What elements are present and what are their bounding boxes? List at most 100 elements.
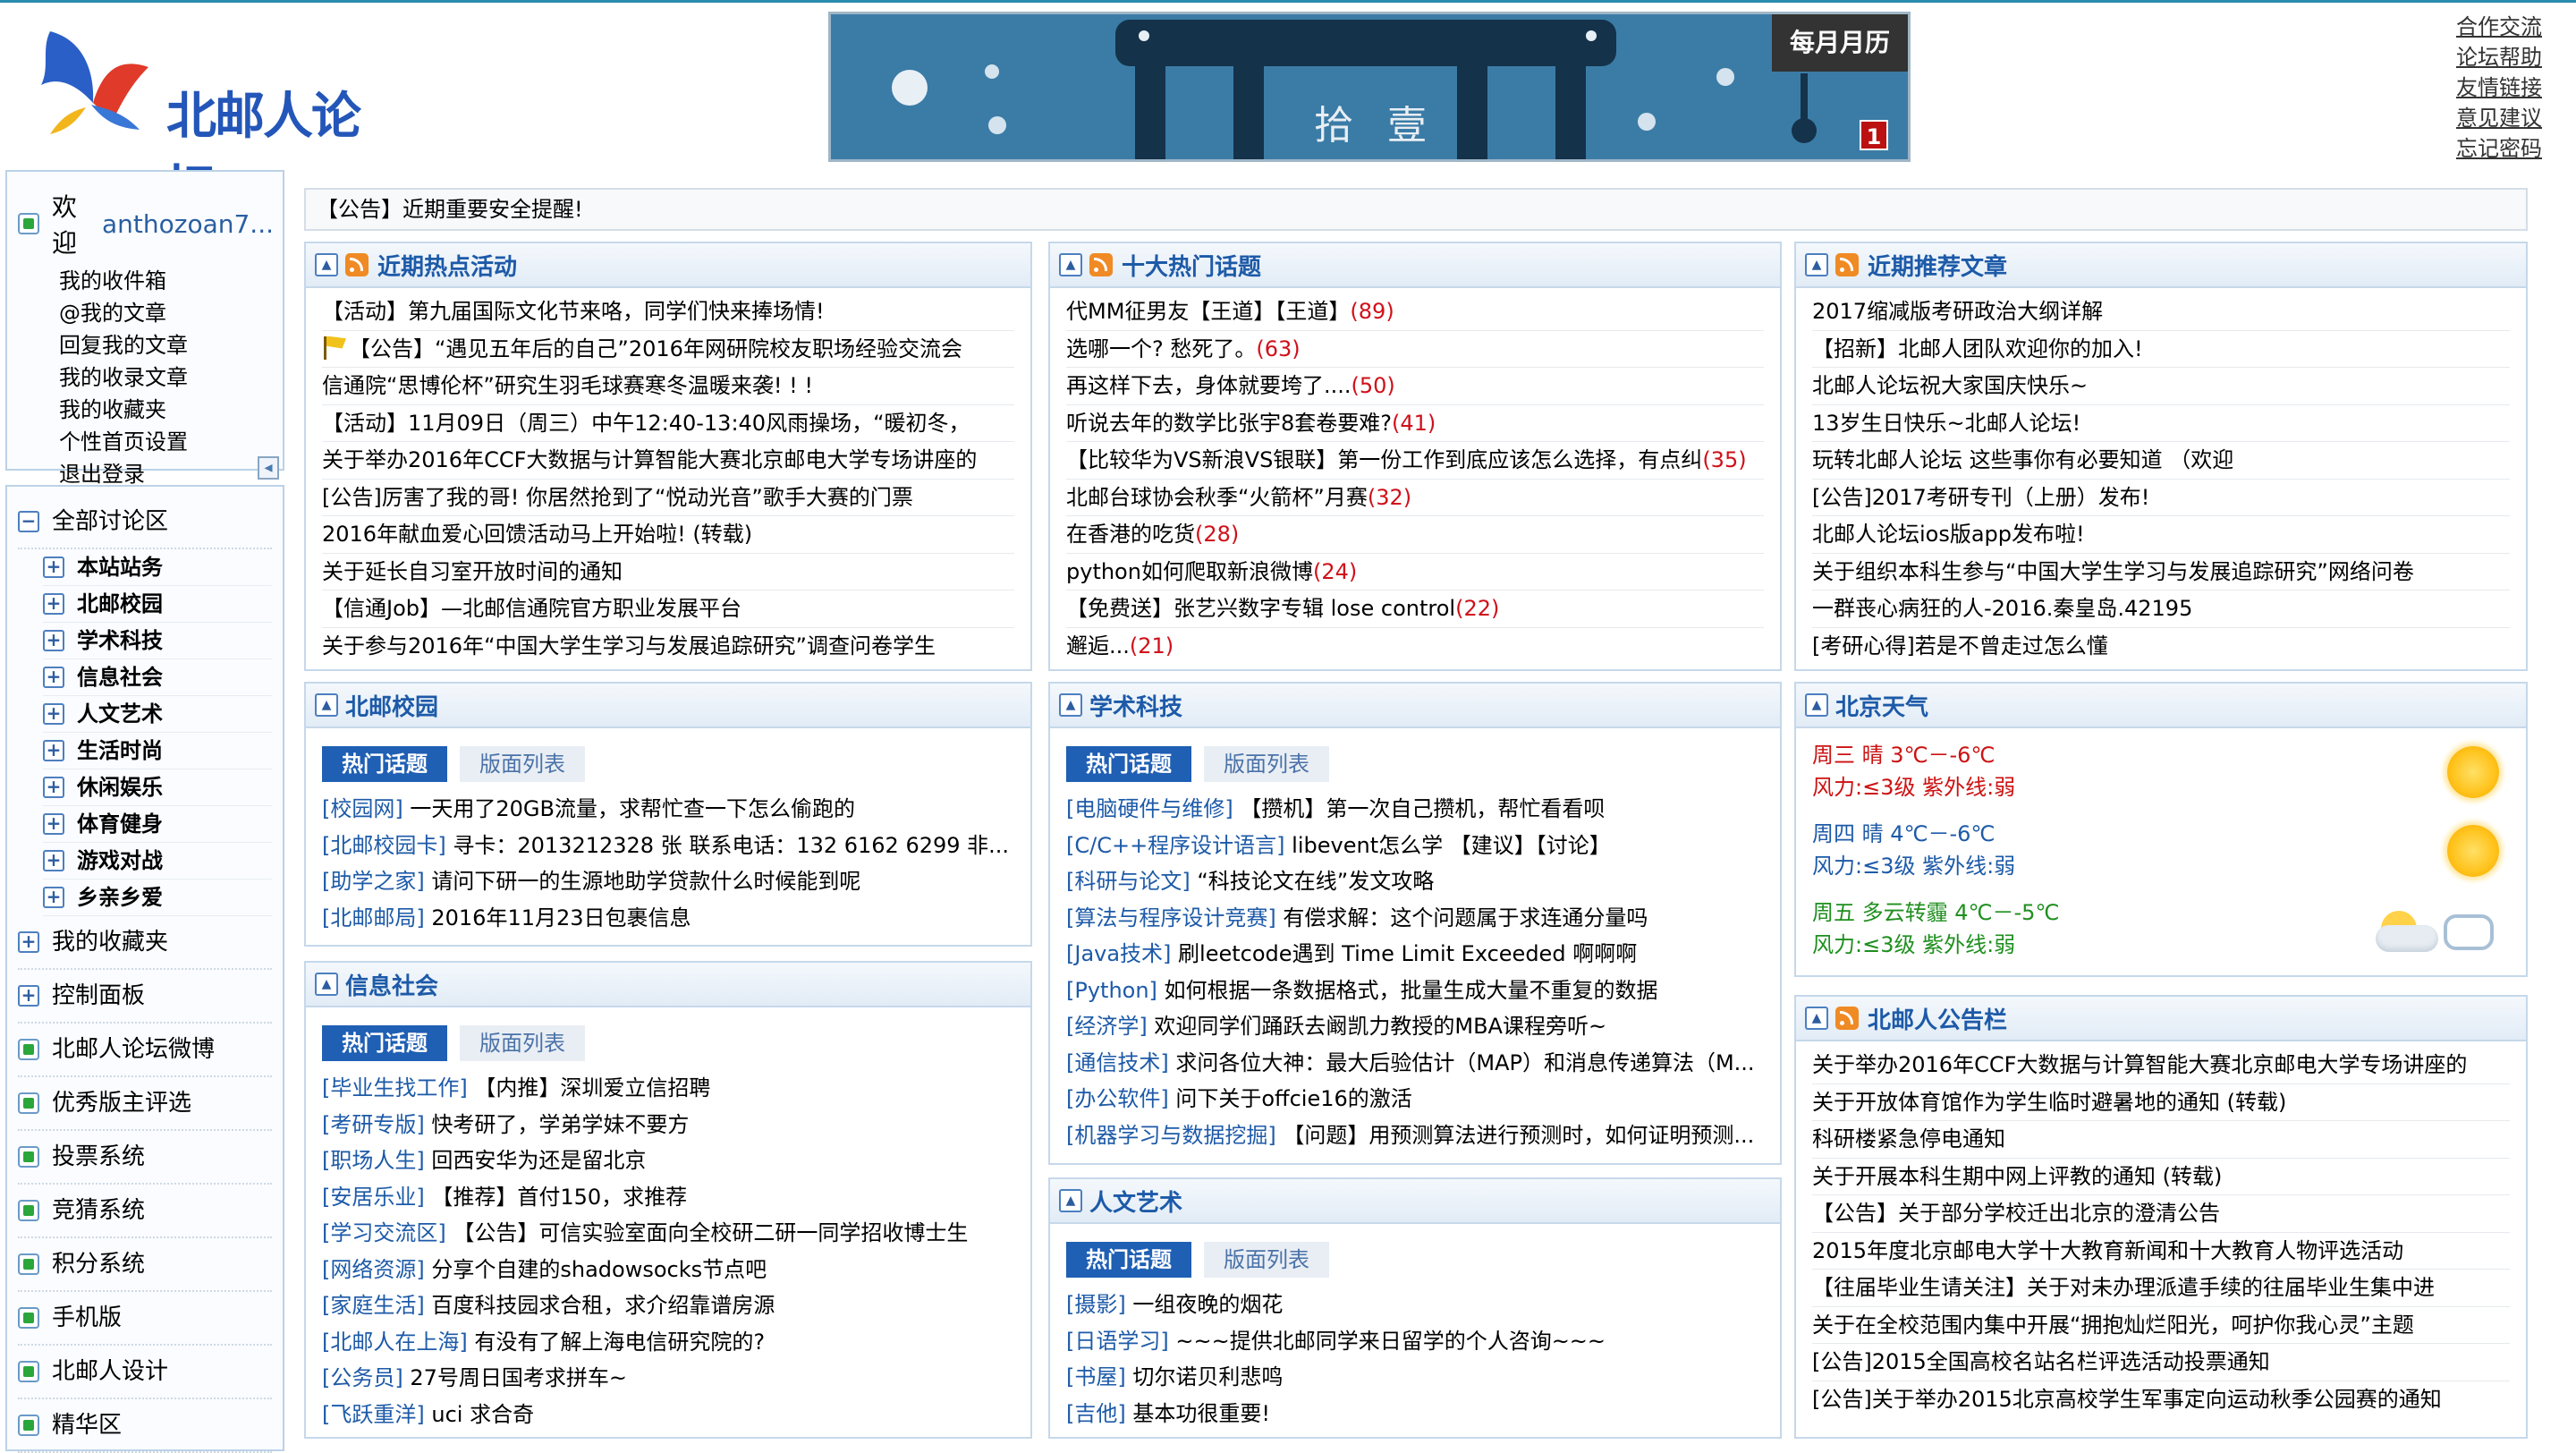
- rss-icon[interactable]: [345, 253, 369, 276]
- banner-page-number[interactable]: 1: [1860, 120, 1888, 150]
- board-link[interactable]: [飞跃重洋]: [322, 1402, 425, 1427]
- nav-extra-5[interactable]: 手机版: [18, 1292, 272, 1346]
- nav-board-6[interactable]: + 休闲娱乐: [43, 769, 272, 806]
- site-logo[interactable]: 北邮人论坛: [32, 22, 372, 218]
- board-link[interactable]: [摄影]: [1066, 1292, 1126, 1317]
- board-link[interactable]: [北邮人在上海]: [322, 1330, 468, 1355]
- board-link[interactable]: [经济学]: [1066, 1014, 1148, 1039]
- list-item[interactable]: [学习交流区] 【公告】可信实验室面向全校研二研一同学招收博士生: [322, 1215, 1014, 1252]
- list-item[interactable]: 关于开展本科生期中网上评教的通知 (转载): [1812, 1159, 2510, 1195]
- board-link[interactable]: [安居乐业]: [322, 1185, 425, 1210]
- link-mentions[interactable]: @我的文章: [59, 297, 274, 329]
- list-item[interactable]: [科研与论文] “科技论文在线”发文攻略: [1066, 863, 1764, 900]
- tab-board-list[interactable]: 版面列表: [460, 1025, 585, 1061]
- tab-board-list[interactable]: 版面列表: [1204, 1242, 1329, 1278]
- board-link[interactable]: [办公软件]: [1066, 1086, 1169, 1111]
- list-item[interactable]: [网络资源] 分享个自建的shadowsocks节点吧: [322, 1252, 1014, 1288]
- board-link[interactable]: [吉他]: [1066, 1401, 1126, 1426]
- list-item[interactable]: [考研专版] 快考研了，学弟学妹不要方: [322, 1107, 1014, 1143]
- nav-favorites[interactable]: + 我的收藏夹: [18, 916, 272, 970]
- board-link[interactable]: [北邮邮局]: [322, 905, 425, 930]
- board-link[interactable]: [Python]: [1066, 978, 1157, 1003]
- list-item[interactable]: 一群丧心病狂的人-2016.秦皇岛.42195: [1812, 591, 2510, 628]
- collapse-toggle-icon[interactable]: ▲: [1059, 1189, 1082, 1212]
- list-item[interactable]: 【比较华为VS新浪VS银联】第一份工作到底应该怎么选择，有点纠(35): [1066, 442, 1764, 480]
- list-item[interactable]: 【信通Job】—北邮信通院官方职业发展平台: [322, 591, 1014, 628]
- rss-icon[interactable]: [1835, 253, 1859, 276]
- board-link[interactable]: [C/C++程序设计语言]: [1066, 833, 1285, 858]
- list-item[interactable]: [吉他] 基本功很重要!: [1066, 1396, 1764, 1432]
- board-link[interactable]: [日语学习]: [1066, 1329, 1169, 1354]
- nav-extra-1[interactable]: 优秀版主评选: [18, 1077, 272, 1131]
- nav-board-5[interactable]: + 生活时尚: [43, 733, 272, 769]
- tab-hot-topics[interactable]: 热门话题: [1066, 746, 1191, 782]
- board-link[interactable]: [公务员]: [322, 1365, 403, 1390]
- list-item[interactable]: [北邮人在上海] 有没有了解上海电信研究院的?: [322, 1324, 1014, 1361]
- board-link[interactable]: [家庭生活]: [322, 1293, 425, 1318]
- list-item[interactable]: 13岁生日快乐~北邮人论坛!: [1812, 405, 2510, 442]
- nav-board-9[interactable]: + 乡亲乡爱: [43, 879, 272, 916]
- list-item[interactable]: [安居乐业] 【推荐】首付150，求推荐: [322, 1179, 1014, 1216]
- list-item[interactable]: 关于参与2016年“中国大学生学习与发展追踪研究”调查问卷学生: [322, 628, 1014, 665]
- tab-hot-topics[interactable]: 热门话题: [322, 1025, 447, 1061]
- list-item[interactable]: [公告]厉害了我的哥! 你居然抢到了“悦动光音”歌手大赛的门票: [322, 480, 1014, 516]
- collapse-toggle-icon[interactable]: ▲: [1805, 1007, 1828, 1030]
- list-item[interactable]: [北邮邮局] 2016年11月23日包裹信息: [322, 900, 1014, 937]
- list-item[interactable]: 关于组织本科生参与“中国大学生学习与发展追踪研究”网络问卷: [1812, 554, 2510, 591]
- board-link[interactable]: [考研专版]: [322, 1112, 425, 1137]
- nav-board-0[interactable]: + 本站站务: [43, 549, 272, 586]
- nav-all-boards[interactable]: − 全部讨论区: [18, 496, 272, 549]
- board-link[interactable]: [职场人生]: [322, 1148, 425, 1173]
- board-link[interactable]: [北邮校园卡]: [322, 833, 446, 858]
- list-item[interactable]: [C/C++程序设计语言] libevent怎么学 【建议】【讨论】: [1066, 828, 1764, 864]
- collapse-toggle-icon[interactable]: ▲: [1805, 693, 1828, 717]
- list-item[interactable]: [电脑硬件与维修] 【攒机】第一次自己攒机，帮忙看看呗: [1066, 791, 1764, 828]
- collapse-toggle-icon[interactable]: ▲: [1059, 253, 1082, 276]
- list-item[interactable]: [通信技术] 求问各位大神：最大后验估计（MAP）和消息传递算法（M...: [1066, 1045, 1764, 1082]
- rss-icon[interactable]: [1835, 1007, 1859, 1030]
- board-link[interactable]: [毕业生找工作]: [322, 1075, 468, 1100]
- list-item[interactable]: 关于延长自习室开放时间的通知: [322, 554, 1014, 591]
- list-item[interactable]: 关于在全校范围内集中开展“拥抱灿烂阳光，呵护你我心灵”主题: [1812, 1307, 2510, 1344]
- nav-extra-4[interactable]: 积分系统: [18, 1238, 272, 1292]
- list-item[interactable]: 北邮人论坛ios版app发布啦!: [1812, 516, 2510, 554]
- nav-control-panel[interactable]: + 控制面板: [18, 970, 272, 1024]
- calendar-banner[interactable]: 拾 壹 每月月历 1: [828, 12, 1911, 162]
- nav-board-2[interactable]: + 学术科技: [43, 623, 272, 659]
- nav-extra-0[interactable]: 北邮人论坛微博: [18, 1024, 272, 1077]
- list-item[interactable]: [公告]2015全国高校名站名栏评选活动投票通知: [1812, 1344, 2510, 1381]
- link-replies[interactable]: 回复我的文章: [59, 329, 274, 361]
- list-item[interactable]: [校园网] 一天用了20GB流量，求帮忙查一下怎么偷跑的: [322, 791, 1014, 828]
- collapse-toggle-icon[interactable]: ▲: [315, 693, 338, 717]
- list-item[interactable]: [机器学习与数据挖掘] 【问题】用预测算法进行预测时，如何证明预测...: [1066, 1117, 1764, 1154]
- nav-extra-2[interactable]: 投票系统: [18, 1131, 272, 1185]
- list-item[interactable]: 信通院“思博伦杯”研究生羽毛球赛寒冬温暖来袭! ! !: [322, 368, 1014, 405]
- nav-extra-6[interactable]: 北邮人设计: [18, 1346, 272, 1399]
- link-help[interactable]: 论坛帮助: [2456, 42, 2542, 72]
- link-logout[interactable]: 退出登录: [59, 458, 274, 490]
- list-item[interactable]: [家庭生活] 百度科技园求合租，求介绍靠谱房源: [322, 1287, 1014, 1324]
- list-item[interactable]: 玩转北邮人论坛 这些事你有必要知道 （欢迎: [1812, 442, 2510, 480]
- board-link[interactable]: [助学之家]: [322, 869, 425, 894]
- list-item[interactable]: [飞跃重洋] uci 求合奇: [322, 1397, 1014, 1433]
- list-item[interactable]: 2015年度北京邮电大学十大教育新闻和十大教育人物评选活动: [1812, 1233, 2510, 1270]
- list-item[interactable]: 代MM征男友【王道】【王道】(89): [1066, 293, 1764, 331]
- list-item[interactable]: 再这样下去，身体就要垮了....(50): [1066, 368, 1764, 405]
- list-item[interactable]: [北邮校园卡] 寻卡：2013212328 张 联系电话：132 6162 62…: [322, 828, 1014, 864]
- list-item[interactable]: [考研心得]若是不曾走过怎么懂: [1812, 628, 2510, 665]
- nav-board-1[interactable]: + 北邮校园: [43, 586, 272, 623]
- nav-extra-3[interactable]: 竞猜系统: [18, 1185, 272, 1238]
- list-item[interactable]: 2017缩减版考研政治大纲详解: [1812, 293, 2510, 331]
- board-link[interactable]: [学习交流区]: [322, 1220, 446, 1245]
- list-item[interactable]: 2016年献血爱心回馈活动马上开始啦! (转载): [322, 516, 1014, 554]
- link-favorites[interactable]: 我的收藏夹: [59, 394, 274, 426]
- collapse-toggle-icon[interactable]: ▲: [315, 253, 338, 276]
- list-item[interactable]: [公务员] 27号周日国考求拼车~: [322, 1360, 1014, 1397]
- tab-board-list[interactable]: 版面列表: [1204, 746, 1329, 782]
- nav-board-3[interactable]: + 信息社会: [43, 659, 272, 696]
- list-item[interactable]: [职场人生] 回西安华为还是留北京: [322, 1143, 1014, 1179]
- link-feedback[interactable]: 意见建议: [2456, 103, 2542, 133]
- list-item[interactable]: [算法与程序设计竞赛] 有偿求解：这个问题属于求连通分量吗: [1066, 900, 1764, 937]
- link-homepage-settings[interactable]: 个性首页设置: [59, 426, 274, 458]
- board-link[interactable]: [通信技术]: [1066, 1050, 1169, 1075]
